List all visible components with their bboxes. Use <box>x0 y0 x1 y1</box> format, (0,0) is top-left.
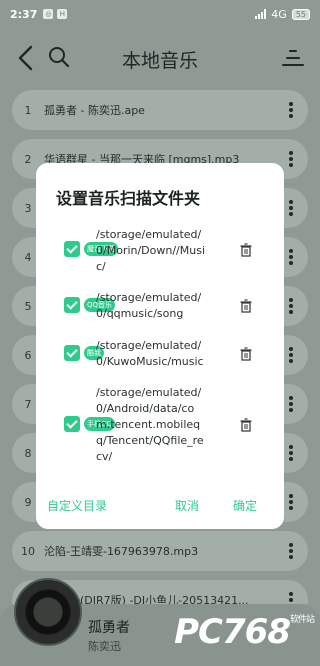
track-title: 孤勇者 - 陈奕迅.ape <box>44 104 145 117</box>
dialog-actions: 自定义目录 取消 确定 <box>36 497 284 517</box>
now-playing-bar[interactable]: 孤勇者 陈奕迅 PC768软件站 <box>0 578 320 666</box>
status-time: 2:37 <box>10 7 38 21</box>
folder-checkbox[interactable] <box>64 241 80 257</box>
more-icon[interactable] <box>284 197 298 219</box>
more-icon[interactable] <box>284 344 298 366</box>
watermark-logo: PC768软件站 <box>174 612 315 652</box>
signal-icon <box>255 9 267 19</box>
folder-checkbox[interactable] <box>64 297 80 313</box>
app-header: 本地音乐 <box>0 28 320 88</box>
folder-checkbox[interactable] <box>64 416 80 432</box>
folder-path: /storage/emulated/0/qqmusic/song <box>96 291 202 320</box>
more-icon[interactable] <box>284 148 298 170</box>
confirm-button[interactable]: 确定 <box>233 497 257 514</box>
folder-checkbox[interactable] <box>64 345 80 361</box>
folder-path: /storage/emulated/0/Morin/Down//Music/ <box>96 228 206 273</box>
trash-icon[interactable] <box>240 347 252 361</box>
track-number: 2 <box>24 152 32 166</box>
watermark-sub: 软件站 <box>289 615 315 625</box>
track-number: 1 <box>24 103 32 117</box>
now-playing-artist: 陈奕迅 <box>88 640 121 653</box>
more-icon[interactable] <box>284 99 298 121</box>
network-type: 4G <box>271 7 287 21</box>
album-art-disc[interactable] <box>14 578 82 646</box>
list-item[interactable]: 10 沦陷-王靖雯-167963978.mp3 <box>12 531 308 571</box>
more-icon[interactable] <box>284 295 298 317</box>
dialog-title: 设置音乐扫描文件夹 <box>56 189 201 208</box>
battery-level: 55 <box>295 9 306 19</box>
more-icon[interactable] <box>284 442 298 464</box>
more-icon[interactable] <box>284 491 298 513</box>
more-icon[interactable] <box>284 393 298 415</box>
folder-path: /storage/emulated/0/KuwoMusic/music <box>96 339 204 368</box>
page-title: 本地音乐 <box>121 50 198 72</box>
list-item[interactable]: 1 孤勇者 - 陈奕迅.ape <box>12 90 308 130</box>
track-title: 沦陷-王靖雯-167963978.mp3 <box>44 545 199 558</box>
app-notification-icon: H <box>57 9 68 19</box>
sort-icon[interactable] <box>282 48 304 68</box>
battery-icon: 55 <box>291 8 310 20</box>
more-icon[interactable] <box>284 540 298 562</box>
trash-icon[interactable] <box>240 299 252 313</box>
more-icon[interactable] <box>284 246 298 268</box>
notification-icon: ◎ <box>43 9 54 19</box>
custom-directory-button[interactable]: 自定义目录 <box>47 497 107 514</box>
watermark-text: PC768 <box>174 612 291 652</box>
trash-icon[interactable] <box>240 418 252 432</box>
trash-icon[interactable] <box>240 243 252 257</box>
folder-path: /storage/emulated/0/Android/data/com.ten… <box>96 386 204 463</box>
now-playing-title: 孤勇者 <box>88 620 130 636</box>
cancel-button[interactable]: 取消 <box>175 497 199 514</box>
status-bar: 2:37 ◎ H 4G 55 <box>0 0 320 28</box>
scan-folder-dialog: 设置音乐扫描文件夹 魔音下载 /storage/emulated/0/Morin… <box>36 163 284 529</box>
track-number: 10 <box>21 544 35 558</box>
